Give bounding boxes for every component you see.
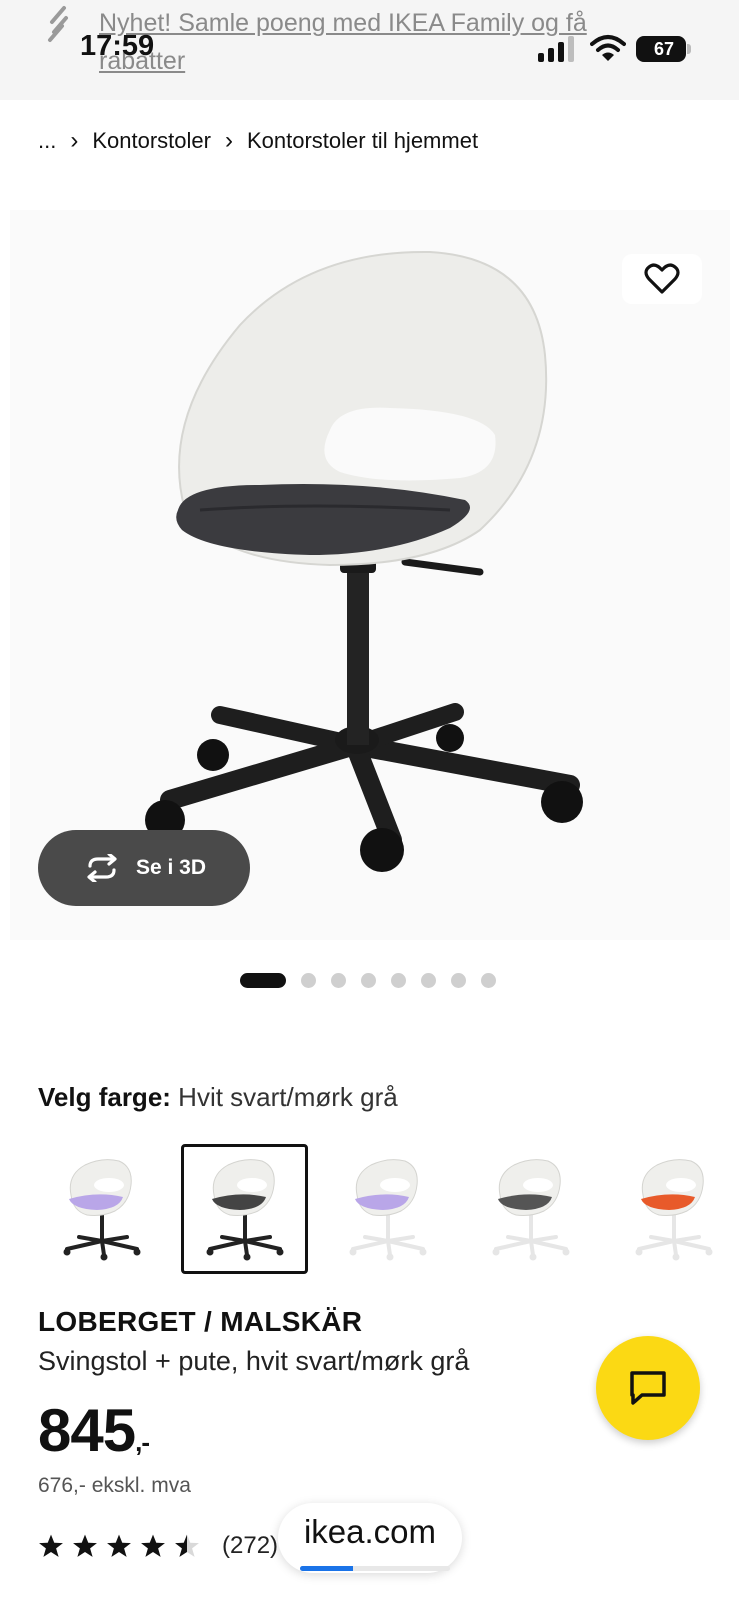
color-swatch[interactable] — [611, 1144, 738, 1274]
product-name[interactable]: LOBERGET / MALSKÄR — [38, 1306, 362, 1338]
view-in-3d-label: Se i 3D — [135, 856, 207, 879]
price-value: 845 — [38, 1397, 136, 1464]
chair-thumbnail — [206, 1159, 284, 1261]
carousel-dot[interactable] — [301, 972, 316, 988]
chevron-right-icon: › — [224, 127, 233, 154]
battery-level: 67 — [653, 39, 675, 59]
chat-button[interactable] — [596, 1336, 700, 1440]
star-icon — [39, 1534, 63, 1557]
chair-thumbnail — [635, 1159, 713, 1261]
color-swatch[interactable] — [181, 1144, 309, 1274]
carousel-dot[interactable] — [421, 972, 436, 988]
browser-url-bar[interactable]: ikea.com — [278, 1503, 462, 1573]
rotate-icon — [87, 854, 117, 882]
review-count[interactable]: (272) — [222, 1532, 278, 1560]
carousel-dot[interactable] — [481, 972, 496, 988]
color-swatch[interactable] — [38, 1144, 165, 1274]
breadcrumb-item-kontorstoler[interactable]: Kontorstoler — [92, 128, 211, 154]
breadcrumb: ... › Kontorstoler › Kontorstoler til hj… — [38, 124, 478, 158]
chair-thumbnail — [492, 1159, 570, 1261]
view-in-3d-button[interactable]: Se i 3D — [38, 830, 250, 906]
color-value: Hvit svart/mørk grå — [178, 1082, 398, 1112]
url-text: ikea.com — [303, 1513, 437, 1550]
breadcrumb-item-more[interactable]: ... — [38, 128, 56, 154]
carousel-dot[interactable] — [361, 972, 376, 988]
chair-thumbnail — [349, 1159, 427, 1261]
product-rating[interactable]: (272) — [38, 1532, 278, 1560]
heart-icon — [644, 263, 680, 294]
page-load-progress-fill — [300, 1566, 353, 1571]
rating-stars — [38, 1533, 200, 1559]
color-selection-row: Velg farge: Hvit svart/mørk grå — [38, 1082, 398, 1113]
link-icon — [48, 6, 68, 42]
carousel-dot[interactable] — [451, 972, 466, 988]
chair-thumbnail — [63, 1159, 141, 1261]
chevron-right-icon: › — [70, 127, 79, 154]
color-swatch[interactable] — [468, 1144, 595, 1274]
carousel-dot[interactable] — [331, 972, 346, 988]
color-swatch[interactable] — [324, 1144, 451, 1274]
status-time: 17:59 — [80, 30, 155, 62]
star-icon — [175, 1534, 199, 1557]
favourite-button[interactable] — [622, 254, 702, 304]
page-load-progress — [300, 1566, 450, 1571]
image-carousel-dots — [240, 972, 496, 988]
star-icon — [73, 1534, 97, 1557]
price-excl-vat: 676,- ekskl. mva — [38, 1474, 191, 1497]
product-price: 845,- — [38, 1396, 150, 1465]
carousel-dot[interactable] — [391, 972, 406, 988]
carousel-dot[interactable] — [240, 972, 286, 988]
color-swatch-list — [38, 1144, 738, 1276]
star-icon — [141, 1534, 165, 1557]
battery-indicator: 67 — [636, 36, 692, 62]
product-description: Svingstol + pute, hvit svart/mørk grå — [38, 1346, 470, 1376]
price-suffix: ,- — [135, 1427, 150, 1457]
breadcrumb-item-current[interactable]: Kontorstoler til hjemmet — [247, 128, 478, 154]
chat-bubble-icon — [630, 1371, 666, 1405]
cellular-signal-icon — [538, 36, 574, 62]
color-label: Velg farge: — [38, 1082, 171, 1112]
star-icon — [107, 1534, 131, 1557]
wifi-icon — [590, 35, 626, 61]
top-banner-area: Nyhet! Samle poeng med IKEA Family og få… — [0, 0, 739, 100]
